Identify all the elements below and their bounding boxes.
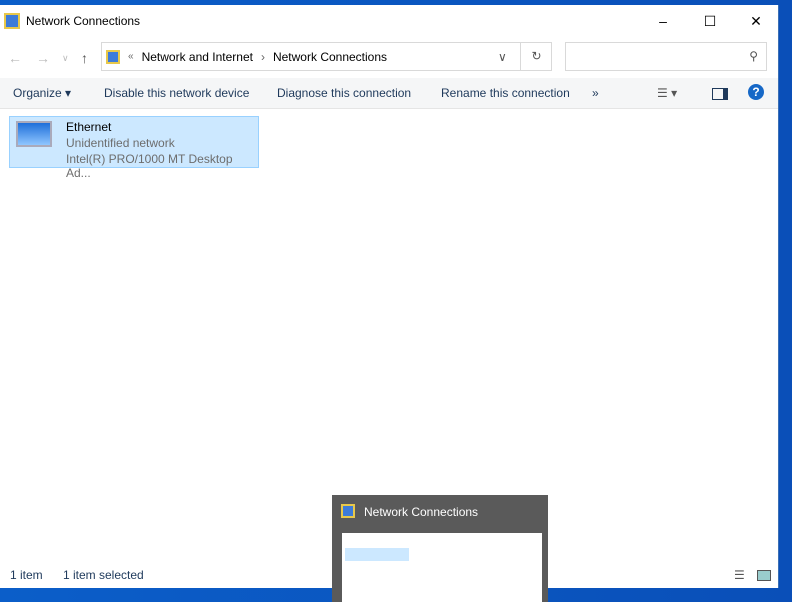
- help-icon[interactable]: ?: [748, 84, 764, 100]
- address-dropdown-icon[interactable]: ∨: [498, 50, 507, 64]
- connection-status: Unidentified network: [66, 136, 175, 150]
- preview-title: Network Connections: [364, 505, 479, 519]
- more-commands-button[interactable]: »: [592, 86, 599, 100]
- address-bar[interactable]: « Network and Internet › Network Connect…: [101, 42, 552, 71]
- large-icons-view-icon[interactable]: [757, 570, 771, 581]
- diagnose-connection-button[interactable]: Diagnose this connection: [277, 86, 411, 100]
- close-button[interactable]: ✕: [733, 5, 779, 37]
- search-input[interactable]: ⚲: [565, 42, 767, 71]
- refresh-button[interactable]: ↻: [520, 43, 552, 70]
- details-view-icon[interactable]: ☰: [734, 568, 745, 582]
- navigation-bar: ← → ∨ ↑ « Network and Internet › Network…: [0, 42, 778, 74]
- preview-pane-icon[interactable]: [712, 88, 728, 100]
- selected-count: 1 item selected: [63, 568, 144, 582]
- connection-item-ethernet[interactable]: Ethernet Unidentified network Intel(R) P…: [9, 116, 259, 180]
- breadcrumb-network-and-internet[interactable]: Network and Internet: [142, 50, 253, 64]
- recent-locations-button[interactable]: ∨: [62, 53, 69, 64]
- maximize-button[interactable]: ☐: [687, 5, 733, 37]
- rename-connection-button[interactable]: Rename this connection: [441, 86, 570, 100]
- item-count: 1 item: [10, 568, 43, 582]
- command-bar: Organize ▾ Disable this network device D…: [0, 78, 778, 109]
- network-folder-icon: [341, 504, 355, 518]
- connection-device: Intel(R) PRO/1000 MT Desktop Ad...: [66, 152, 233, 180]
- disable-device-button[interactable]: Disable this network device: [104, 86, 249, 100]
- network-folder-icon: [106, 49, 120, 64]
- taskbar-preview[interactable]: Network Connections: [332, 495, 548, 602]
- overflow-chevron-icon[interactable]: «: [128, 51, 134, 62]
- breadcrumb-separator-icon[interactable]: ›: [261, 50, 265, 64]
- organize-button[interactable]: Organize ▾: [13, 86, 71, 100]
- forward-button[interactable]: →: [36, 50, 50, 66]
- window-title: Network Connections: [26, 14, 141, 28]
- change-view-icon[interactable]: ☰ ▾: [657, 86, 677, 100]
- breadcrumb-network-connections[interactable]: Network Connections: [273, 50, 387, 64]
- preview-thumbnail: [342, 533, 542, 602]
- minimize-button[interactable]: –: [640, 5, 686, 37]
- thumbnail-item: [345, 548, 409, 561]
- search-icon: ⚲: [749, 49, 758, 63]
- up-button[interactable]: ↑: [81, 50, 88, 66]
- network-folder-icon: [4, 13, 20, 29]
- connection-name: Ethernet: [66, 120, 112, 134]
- back-button[interactable]: ←: [8, 50, 22, 66]
- organize-label: Organize: [13, 86, 62, 100]
- title-bar: Network Connections – ☐ ✕: [0, 5, 778, 37]
- network-adapter-icon: [16, 121, 52, 147]
